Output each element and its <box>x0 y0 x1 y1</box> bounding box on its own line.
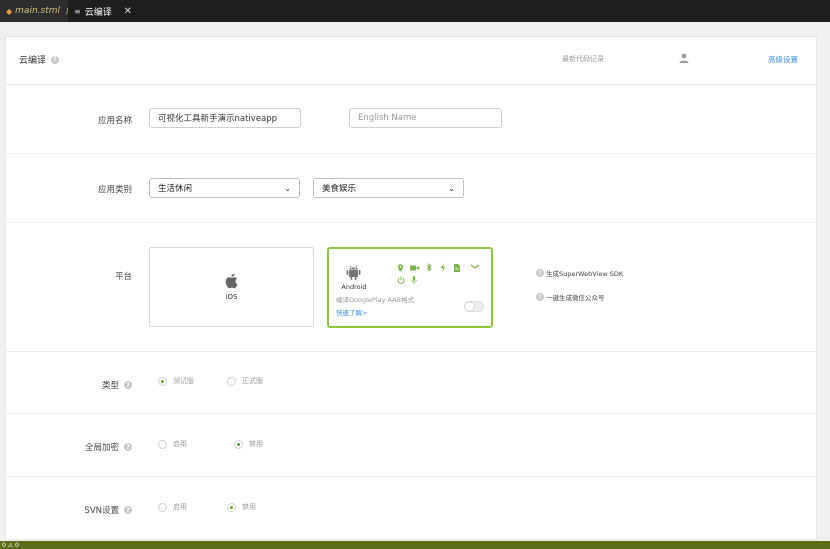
wechat-option-label: 一键生成微信公众号 <box>546 294 605 302</box>
radio-label: 禁用 <box>242 503 256 511</box>
platform-row: 平台 iOS Android 编译GooglePlay AAB格式 快速了解> … <box>6 223 816 352</box>
select-value: 生活休闲 <box>158 184 193 194</box>
help-icon[interactable]: ? <box>51 55 60 64</box>
radio-dot <box>158 439 167 449</box>
type-label-text: 类型 <box>101 381 119 391</box>
file-icon <box>454 264 460 272</box>
microphone-icon <box>411 276 417 284</box>
radio-label: 启用 <box>173 440 187 448</box>
toggle-knob <box>465 302 474 311</box>
encryption-label: 全局加密 ? <box>85 441 132 453</box>
help-icon[interactable]: ? <box>124 506 132 514</box>
encryption-label-text: 全局加密 <box>84 443 119 453</box>
radio-label: 禁用 <box>249 440 263 448</box>
encryption-enable-radio[interactable]: 启用 <box>158 439 187 449</box>
svn-disable-radio[interactable]: 禁用 <box>227 502 256 512</box>
app-category-row: 应用类别 生活休闲 ⌄ 美食娱乐 ⌄ <box>6 154 816 223</box>
problems-count[interactable]: 0 ⚠ 0 <box>2 542 19 549</box>
ios-platform-card[interactable]: iOS <box>149 247 314 327</box>
app-category-label: 应用类别 <box>97 185 132 195</box>
android-icon <box>346 265 361 280</box>
android-platform-card[interactable]: Android 编译GooglePlay AAB格式 快速了解> <box>327 247 493 328</box>
sdk-option[interactable]: ? 生成SuperWebView SDK <box>536 268 623 278</box>
editor-tab-bar: ◆ main.stml M ≡ 云编译 ✕ <box>0 0 830 22</box>
aab-toggle[interactable] <box>464 301 484 312</box>
bluetooth-icon <box>426 263 432 272</box>
svn-label: SVN设置 ? <box>84 504 132 516</box>
type-release-radio[interactable]: 正式版 <box>227 376 263 386</box>
radio-dot <box>158 502 167 512</box>
app-name-label: 应用名称 <box>97 116 132 126</box>
close-icon[interactable]: ✕ <box>124 6 132 17</box>
file-icon: ◆ <box>6 6 13 16</box>
tab-label: main.stml <box>15 6 60 16</box>
radio-label: 正式版 <box>242 377 263 385</box>
type-row: 类型 ? 测试版 正式版 <box>6 352 816 414</box>
chevron-down-icon[interactable] <box>470 264 480 269</box>
svn-row: SVN设置 ? 启用 禁用 <box>6 477 816 539</box>
list-icon: ≡ <box>74 6 81 16</box>
platform-label: 平台 <box>114 272 132 282</box>
english-name-input[interactable]: English Name <box>349 108 502 128</box>
sdk-option-label: 生成SuperWebView SDK <box>546 270 624 278</box>
help-icon[interactable]: ? <box>124 443 132 451</box>
user-icon[interactable] <box>678 52 690 64</box>
radio-dot <box>227 376 236 386</box>
latest-record-link[interactable]: 最新代码记录 <box>562 54 604 64</box>
category-primary-select[interactable]: 生活休闲 ⌄ <box>149 178 300 198</box>
ios-label: iOS <box>225 293 238 301</box>
location-icon <box>397 264 404 272</box>
help-icon[interactable]: ? <box>124 381 132 389</box>
type-test-radio[interactable]: 测试版 <box>158 376 194 386</box>
app-name-input[interactable]: 可视化工具新手演示nativeapp <box>149 108 301 128</box>
aab-format-label: 编译GooglePlay AAB格式 <box>336 296 415 304</box>
panel-header: 云编译 ? 最新代码记录 高级设置 <box>6 37 816 85</box>
help-icon[interactable]: ? <box>536 293 544 301</box>
app-name-row: 应用名称 可视化工具新手演示nativeapp English Name <box>6 85 816 154</box>
encryption-disable-radio[interactable]: 禁用 <box>234 439 263 449</box>
page-title-text: 云编译 <box>19 56 47 66</box>
power-icon <box>397 276 405 284</box>
help-icon[interactable]: ? <box>536 269 544 277</box>
cloud-compile-panel: 云编译 ? 最新代码记录 高级设置 应用名称 可视化工具新手演示nativeap… <box>5 36 817 540</box>
radio-label: 测试版 <box>173 377 194 385</box>
chevron-down-icon: ⌄ <box>284 183 291 193</box>
learn-more-link[interactable]: 快速了解> <box>336 307 367 317</box>
radio-dot <box>227 502 236 512</box>
svn-label-text: SVN设置 <box>84 506 119 516</box>
page-title: 云编译 ? <box>19 53 60 66</box>
tab-label: 云编译 <box>84 7 112 18</box>
wechat-option[interactable]: ? 一键生成微信公众号 <box>536 292 605 302</box>
category-secondary-select[interactable]: 美食娱乐 ⌄ <box>313 178 464 198</box>
select-value: 美食娱乐 <box>322 184 357 194</box>
flash-icon <box>440 263 446 272</box>
apple-icon <box>225 273 238 289</box>
radio-dot <box>158 376 167 386</box>
status-bar: 0 ⚠ 0 <box>0 541 830 549</box>
svn-enable-radio[interactable]: 启用 <box>158 502 187 512</box>
tab-cloud-compile[interactable]: ≡ 云编译 ✕ <box>68 0 138 22</box>
radio-label: 启用 <box>173 503 187 511</box>
chevron-down-icon: ⌄ <box>448 183 455 193</box>
encryption-row: 全局加密 ? 启用 禁用 <box>6 414 816 477</box>
advanced-settings-link[interactable]: 高级设置 <box>768 54 798 65</box>
radio-dot <box>234 439 243 449</box>
type-label: 类型 ? <box>102 379 132 391</box>
tab-main-stml[interactable]: ◆ main.stml M <box>0 0 73 22</box>
android-label: Android <box>341 283 367 291</box>
video-icon <box>410 265 419 271</box>
